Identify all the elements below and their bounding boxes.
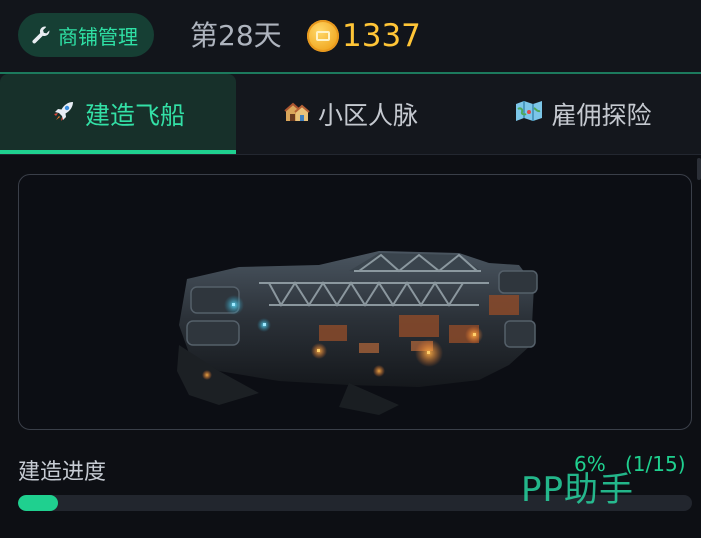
shop-management-label: 商铺管理 <box>58 24 138 49</box>
watermark: PP助手 <box>521 470 635 510</box>
wrench-icon <box>30 24 52 46</box>
tab-build-ship[interactable]: 建造飞船 <box>0 74 236 154</box>
spaceship-image <box>177 251 538 415</box>
tab-neighborhood-label: 小区人脉 <box>317 101 418 130</box>
tab-hire-expedition-label: 雇佣探险 <box>551 101 652 130</box>
tab-hire-expedition[interactable]: 雇佣探险 <box>466 74 701 154</box>
houses-icon <box>284 99 310 129</box>
shop-management-button[interactable]: 商铺管理 <box>18 13 154 57</box>
rocket-icon <box>51 98 77 130</box>
coin-balance: 1337 <box>307 14 421 58</box>
tab-build-ship-label: 建造飞船 <box>84 101 185 130</box>
scrollbar-thumb[interactable] <box>697 158 701 180</box>
coin-icon <box>307 20 339 52</box>
day-counter: 第28天 <box>190 19 282 52</box>
tab-neighborhood[interactable]: 小区人脉 <box>236 74 466 154</box>
build-progress-fill <box>18 495 59 511</box>
spaceship-preview-card <box>18 174 692 430</box>
build-progress-count: (1/15) <box>625 452 686 476</box>
coin-amount: 1337 <box>342 18 421 54</box>
top-bar: 商铺管理 第28天 1337 <box>0 0 701 72</box>
map-icon <box>515 100 543 128</box>
tab-bar-divider <box>0 154 701 155</box>
tab-bar: 建造飞船 小区人脉 雇佣探险 <box>0 74 701 154</box>
build-progress-label: 建造进度 <box>18 460 107 485</box>
